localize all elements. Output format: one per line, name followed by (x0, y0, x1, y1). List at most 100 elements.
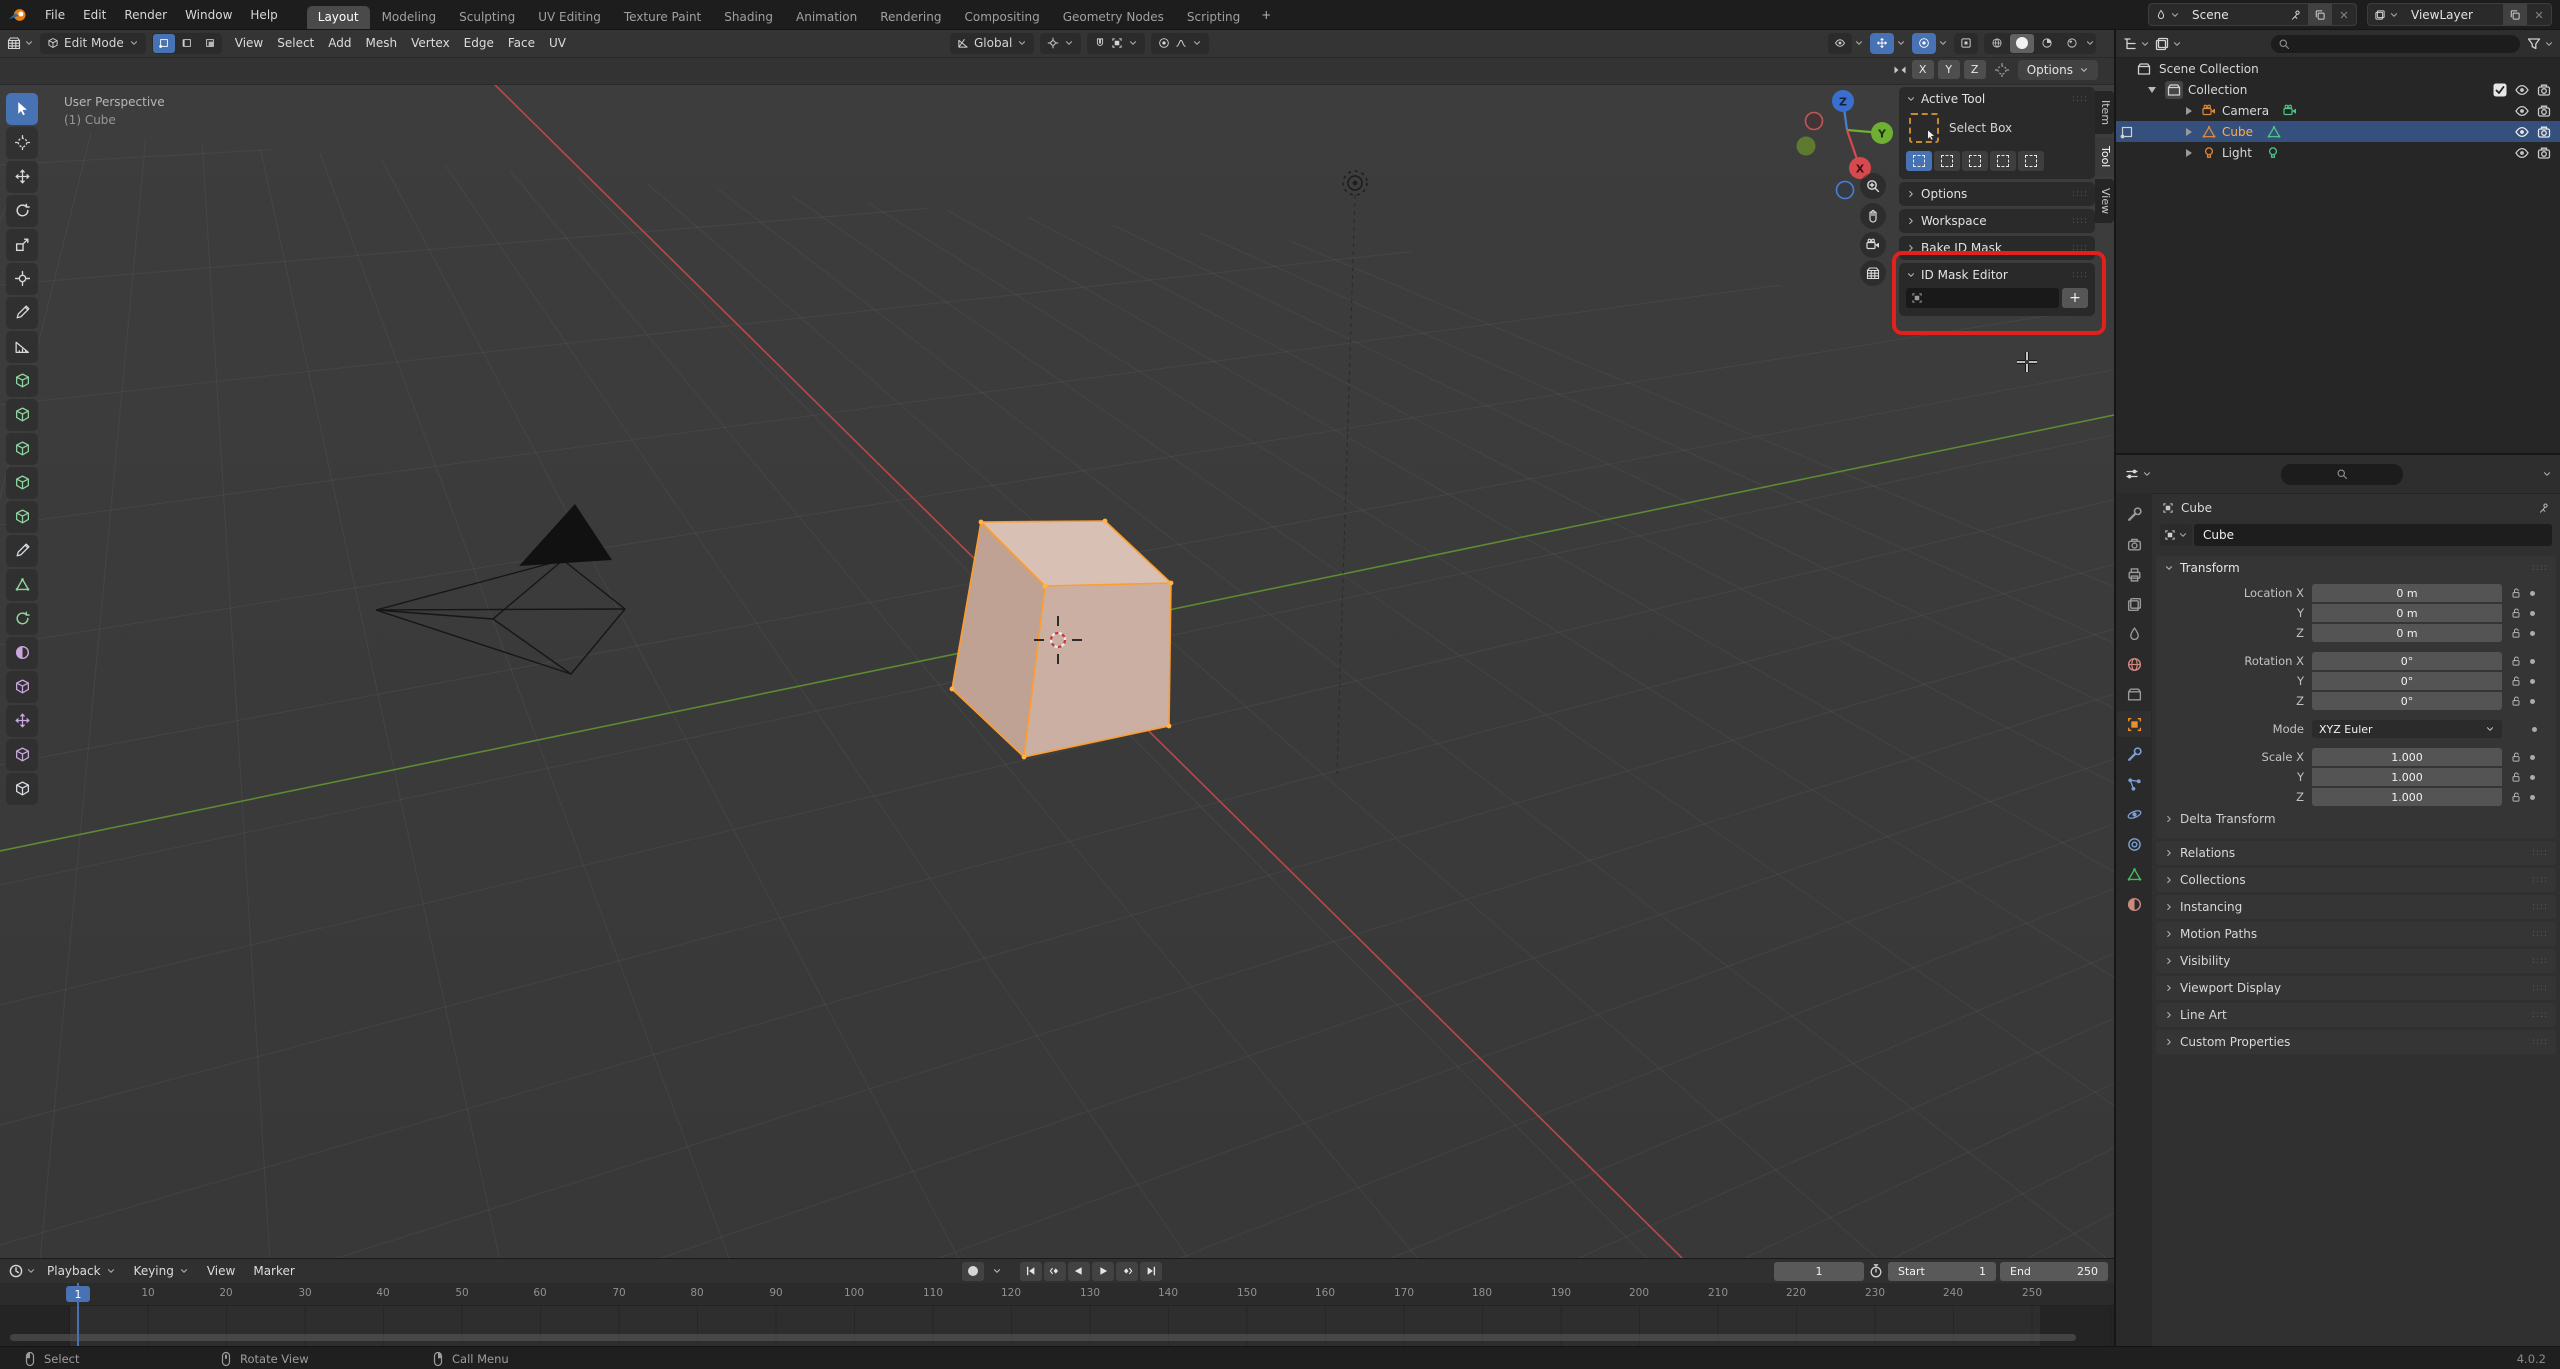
keying-menu[interactable]: Keying (127, 1262, 196, 1280)
tool-button-cursor[interactable] (6, 126, 38, 159)
animate-dot[interactable] (2530, 698, 2535, 704)
material-shading-button[interactable] (2035, 34, 2059, 53)
keying-set-dropdown[interactable] (986, 1262, 1008, 1281)
app-menu-item[interactable]: File (36, 5, 74, 25)
outliner-editor-type-button[interactable] (2122, 36, 2150, 52)
editor-type-button[interactable] (6, 35, 34, 51)
properties-tab-constraints[interactable] (2117, 831, 2151, 857)
outliner-row-camera[interactable]: Camera (2116, 100, 2560, 121)
panel-grip[interactable]: :::: (2532, 875, 2548, 885)
hide-eye-icon[interactable] (2514, 124, 2530, 140)
workspace-tab[interactable]: Layout (306, 6, 370, 29)
hide-eye-icon[interactable] (2514, 145, 2530, 161)
frame-end-field[interactable]: End 250 (2000, 1261, 2108, 1281)
workspace-tab[interactable]: Modeling (371, 6, 448, 29)
rotation-x-field[interactable]: 0° (2312, 652, 2502, 670)
viewport-menu-item[interactable]: Mesh (359, 33, 405, 53)
tool-button-rotate[interactable] (6, 194, 38, 227)
render-visibility-icon[interactable] (2536, 124, 2552, 140)
mirror-y-button[interactable]: Y (1937, 60, 1960, 80)
checkbox-icon[interactable] (2492, 82, 2508, 98)
workspace-tab[interactable]: Geometry Nodes (1052, 6, 1175, 29)
camera-object[interactable] (375, 503, 626, 675)
panel-grip[interactable]: :::: (2532, 1037, 2548, 1047)
properties-tab-particles[interactable] (2117, 771, 2151, 797)
properties-tab-object[interactable] (2117, 711, 2151, 737)
panel-grip[interactable]: :::: (2072, 243, 2088, 253)
select-set-button[interactable] (1906, 150, 1932, 171)
panel-grip[interactable]: :::: (2532, 983, 2548, 993)
lock-icon[interactable] (2510, 771, 2522, 783)
rotation-mode-dropdown[interactable]: XYZ Euler (2312, 720, 2502, 738)
app-menu-item[interactable]: Window (176, 5, 241, 25)
properties-tab-physics[interactable] (2117, 801, 2151, 827)
tool-button-poly-build[interactable] (6, 568, 38, 601)
outliner-row-cube[interactable]: Cube (2116, 121, 2560, 142)
animate-dot[interactable] (2530, 794, 2535, 800)
marker-menu[interactable]: Marker (246, 1262, 301, 1280)
rotation-y-field[interactable]: 0° (2312, 672, 2502, 690)
play-reverse-button[interactable] (1068, 1261, 1090, 1281)
delete-scene-button[interactable] (2332, 4, 2356, 25)
next-keyframe-button[interactable] (1116, 1261, 1138, 1281)
new-scene-button[interactable] (2308, 4, 2332, 25)
panel-grip[interactable]: :::: (2532, 563, 2548, 573)
workspace-tab[interactable]: Compositing (953, 6, 1050, 29)
correct-face-attributes-icon[interactable] (1994, 62, 2010, 78)
id-mask-editor-panel-header[interactable]: ID Mask Editor :::: (1899, 265, 2095, 285)
collapsed-panel-header[interactable]: Viewport Display :::: (2156, 976, 2556, 1000)
hide-eye-icon[interactable] (2514, 82, 2530, 98)
lock-icon[interactable] (2510, 751, 2522, 763)
lock-icon[interactable] (2510, 607, 2522, 619)
animate-dot[interactable] (2530, 774, 2535, 780)
expand-arrow-icon[interactable] (2186, 127, 2192, 136)
collapsed-panel-header[interactable]: Relations :::: (2156, 841, 2556, 865)
3d-viewport[interactable]: User Perspective (1) Cube Z Y X Active T… (0, 84, 2114, 1259)
zoom-view-button[interactable] (1860, 172, 1886, 199)
collapsed-panel-header[interactable]: Custom Properties :::: (2156, 1030, 2556, 1054)
workspace-tab[interactable]: Rendering (869, 6, 952, 29)
lock-icon[interactable] (2510, 791, 2522, 803)
collapsed-panel-header[interactable]: Instancing :::: (2156, 895, 2556, 919)
new-viewlayer-button[interactable] (2503, 4, 2527, 25)
workspace-tab[interactable]: UV Editing (527, 6, 612, 29)
vertex-select-button[interactable] (152, 33, 175, 53)
panel-grip[interactable]: :::: (2072, 94, 2088, 104)
id-mask-add-button[interactable]: + (2062, 287, 2088, 308)
tool-button-annotate[interactable] (6, 296, 38, 329)
display-mode-dropdown[interactable] (2154, 36, 2182, 52)
sidebar-tab[interactable]: Tool (2095, 136, 2114, 177)
id-mask-input[interactable] (1906, 287, 2059, 308)
rotation-z-field[interactable]: 0° (2312, 692, 2502, 710)
panel-grip[interactable]: :::: (2532, 929, 2548, 939)
properties-editor-type-button[interactable] (2124, 466, 2152, 482)
visibility-dropdown[interactable] (1828, 32, 1864, 54)
collapsed-panel-header[interactable]: Line Art :::: (2156, 1003, 2556, 1027)
viewlayer-browse-button[interactable] (2368, 4, 2405, 25)
delete-viewlayer-button[interactable] (2527, 4, 2551, 25)
properties-tab-collection[interactable] (2117, 681, 2151, 707)
perspective-toggle-button[interactable] (1860, 259, 1886, 286)
edge-select-button[interactable] (176, 34, 198, 53)
panel-grip[interactable]: :::: (2072, 270, 2088, 280)
cube-object[interactable] (949, 518, 1174, 760)
wireframe-shading-button[interactable] (1985, 34, 2009, 53)
properties-tab-render[interactable] (2117, 531, 2151, 557)
viewport-menu-item[interactable]: Select (270, 33, 321, 53)
pan-view-button[interactable] (1860, 202, 1886, 229)
tool-button-knife[interactable] (6, 534, 38, 567)
timeline-scrollbar[interactable] (10, 1333, 2076, 1341)
properties-tab-scene[interactable] (2117, 621, 2151, 647)
panel-grip[interactable]: :::: (2072, 189, 2088, 199)
render-visibility-icon[interactable] (2536, 103, 2552, 119)
viewport-menu-item[interactable]: Edge (457, 33, 501, 53)
tool-button-select-box[interactable] (6, 92, 38, 125)
play-button[interactable] (1092, 1261, 1114, 1281)
location-x-field[interactable]: 0 m (2312, 584, 2502, 602)
tool-button-shrink-fatten[interactable] (6, 704, 38, 737)
outliner-row-light[interactable]: Light (2116, 142, 2560, 163)
timeline-tracks[interactable] (0, 1306, 2114, 1346)
gizmo-neg-x[interactable] (1804, 111, 1824, 131)
animate-dot[interactable] (2530, 610, 2535, 616)
tool-button-spin[interactable] (6, 602, 38, 635)
